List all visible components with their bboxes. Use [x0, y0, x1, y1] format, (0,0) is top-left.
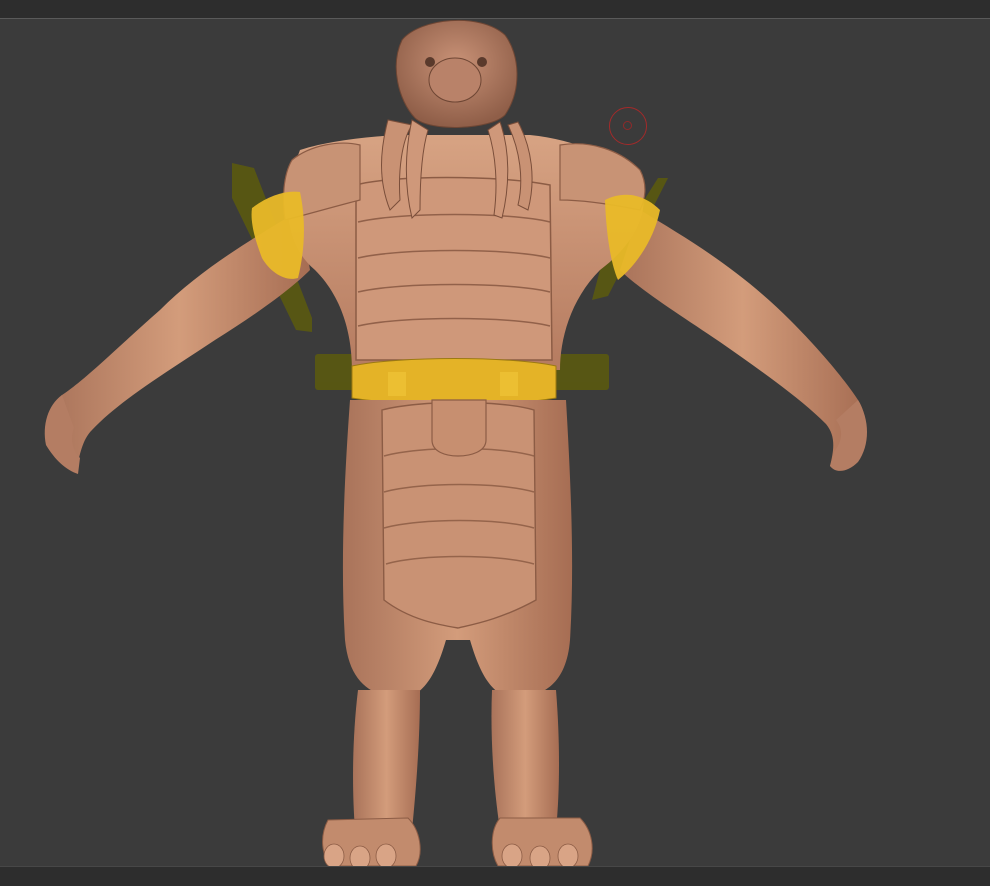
torso: [282, 135, 646, 370]
right-arm: [620, 210, 867, 471]
circle-brush-icon: [609, 107, 647, 145]
legs: [322, 399, 593, 871]
bottom-toolbar-edge: [0, 866, 990, 886]
brush-center-icon: [623, 121, 632, 130]
sculpt-model[interactable]: [0, 0, 990, 886]
belt[interactable]: [351, 358, 557, 405]
canvas-viewport[interactable]: [0, 0, 990, 886]
